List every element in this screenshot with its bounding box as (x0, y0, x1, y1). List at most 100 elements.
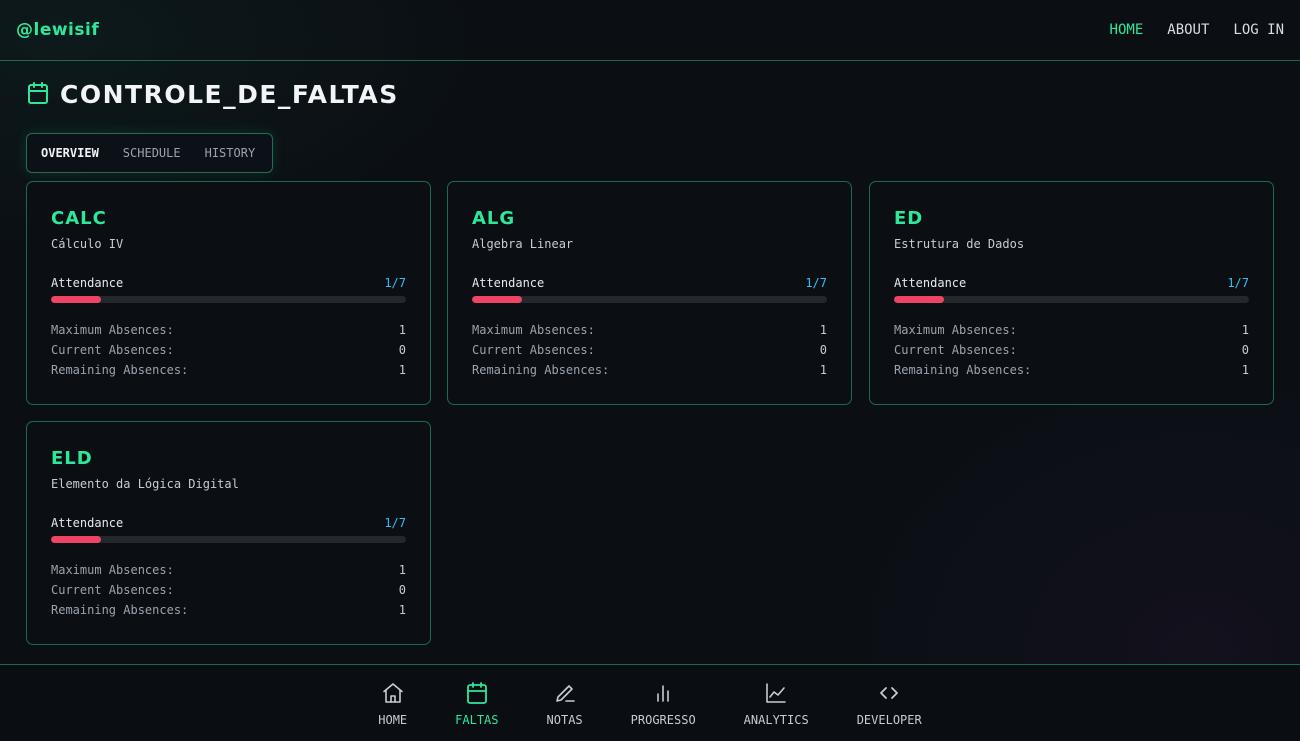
attendance-progress-fill (472, 296, 522, 303)
attendance-label: Attendance (51, 276, 124, 290)
stat-value: 1 (819, 323, 827, 337)
absence-stats: Maximum Absences: 1 Current Absences: 0 Re… (51, 320, 406, 380)
subject-code: ELD (51, 448, 93, 469)
stat-value: 0 (398, 343, 406, 357)
stat-value: 1 (398, 603, 406, 617)
subject-code: ALG (472, 208, 516, 229)
stat-value: 1 (1241, 323, 1249, 337)
stat-max-absences: Maximum Absences: 1 (472, 320, 827, 340)
attendance-progress-bar (51, 536, 406, 543)
bottom-nav-label: FALTAS (455, 713, 499, 727)
stat-current-absences: Current Absences: 0 (472, 340, 827, 360)
tab-history[interactable]: HISTORY (205, 146, 256, 160)
attendance-progress-fill (894, 296, 944, 303)
attendance-row: Attendance 1/7 (472, 276, 827, 290)
stat-remaining-absences: Remaining Absences: 1 (51, 600, 406, 620)
stat-label: Remaining Absences: (894, 363, 1032, 377)
tab-overview[interactable]: OVERVIEW (41, 146, 99, 160)
subject-name: Algebra Linear (472, 237, 574, 251)
subject-card[interactable]: ELD Elemento da Lógica Digital Attendanc… (26, 421, 431, 645)
attendance-label: Attendance (894, 276, 967, 290)
pencil-icon (553, 681, 577, 713)
stat-remaining-absences: Remaining Absences: 1 (472, 360, 827, 380)
subject-name: Cálculo IV (51, 237, 124, 251)
stat-label: Current Absences: (51, 343, 174, 357)
bottom-nav-label: ANALYTICS (743, 713, 809, 727)
stat-max-absences: Maximum Absences: 1 (51, 320, 406, 340)
absence-stats: Maximum Absences: 1 Current Absences: 0 Re… (472, 320, 827, 380)
attendance-value: 1/7 (1227, 276, 1249, 290)
page-title: CONTROLE_DE_FALTAS (60, 80, 399, 109)
attendance-row: Attendance 1/7 (894, 276, 1249, 290)
stat-max-absences: Maximum Absences: 1 (894, 320, 1249, 340)
subject-card[interactable]: CALC Cálculo IV Attendance 1/7 Maximum A… (26, 181, 431, 405)
bottom-nav-label: PROGRESSO (630, 713, 696, 727)
top-nav-links: HOME ABOUT LOG IN (1110, 22, 1284, 38)
subject-name: Estrutura de Dados (894, 237, 1025, 251)
attendance-row: Attendance 1/7 (51, 276, 406, 290)
attendance-label: Attendance (472, 276, 545, 290)
nav-home-link[interactable]: HOME (1110, 22, 1144, 38)
bottom-nav-home[interactable]: HOME (378, 665, 407, 727)
attendance-value: 1/7 (384, 276, 406, 290)
line-chart-icon (764, 681, 788, 713)
stat-value: 1 (398, 323, 406, 337)
brand-logo[interactable]: @lewisif (16, 20, 99, 40)
stat-label: Current Absences: (472, 343, 595, 357)
stat-remaining-absences: Remaining Absences: 1 (894, 360, 1249, 380)
subject-name: Elemento da Lógica Digital (51, 477, 239, 491)
stat-value: 1 (398, 363, 406, 377)
bottom-nav-label: DEVELOPER (856, 713, 922, 727)
top-navbar: @lewisif HOME ABOUT LOG IN (0, 0, 1300, 61)
bottom-nav-notas[interactable]: NOTAS (547, 665, 583, 727)
bottom-nav-faltas[interactable]: FALTAS (455, 665, 499, 727)
bottom-nav-label: NOTAS (546, 713, 583, 727)
subject-code: CALC (51, 208, 107, 229)
stat-label: Maximum Absences: (51, 323, 174, 337)
stat-label: Maximum Absences: (472, 323, 595, 337)
stat-max-absences: Maximum Absences: 1 (51, 560, 406, 580)
attendance-progress-fill (51, 296, 101, 303)
stat-label: Remaining Absences: (51, 603, 189, 617)
attendance-progress-bar (894, 296, 1249, 303)
stat-value: 0 (1241, 343, 1249, 357)
attendance-value: 1/7 (384, 516, 406, 530)
stat-current-absences: Current Absences: 0 (51, 580, 406, 600)
stat-current-absences: Current Absences: 0 (894, 340, 1249, 360)
bottom-nav-progresso[interactable]: PROGRESSO (631, 665, 696, 727)
stat-label: Remaining Absences: (51, 363, 189, 377)
attendance-value: 1/7 (805, 276, 827, 290)
stat-value: 0 (398, 583, 406, 597)
stat-label: Maximum Absences: (894, 323, 1017, 337)
bottom-nav-analytics[interactable]: ANALYTICS (744, 665, 809, 727)
stat-label: Current Absences: (51, 583, 174, 597)
calendar-icon (465, 681, 489, 713)
stat-value: 1 (1241, 363, 1249, 377)
stat-value: 1 (819, 363, 827, 377)
subject-card[interactable]: ED Estrutura de Dados Attendance 1/7 Max… (869, 181, 1274, 405)
bottom-nav-developer[interactable]: DEVELOPER (857, 665, 922, 727)
page-header: CONTROLE_DE_FALTAS (26, 80, 399, 109)
home-icon (381, 681, 405, 713)
attendance-label: Attendance (51, 516, 124, 530)
view-tabs: OVERVIEW SCHEDULE HISTORY (26, 133, 273, 173)
nav-about-link[interactable]: ABOUT (1167, 22, 1209, 38)
calendar-icon (26, 81, 50, 109)
stat-label: Maximum Absences: (51, 563, 174, 577)
attendance-progress-bar (472, 296, 827, 303)
nav-login-link[interactable]: LOG IN (1233, 22, 1284, 38)
bar-chart-icon (651, 681, 675, 713)
absence-stats: Maximum Absences: 1 Current Absences: 0 Re… (51, 560, 406, 620)
stat-label: Current Absences: (894, 343, 1017, 357)
stat-label: Remaining Absences: (472, 363, 610, 377)
bottom-navbar: HOME FALTAS NOTAS PROGRESSO ANALYTICS DE… (0, 664, 1300, 741)
stat-value: 0 (819, 343, 827, 357)
bottom-nav-label: HOME (378, 713, 408, 727)
tab-schedule[interactable]: SCHEDULE (123, 146, 181, 160)
attendance-progress-bar (51, 296, 406, 303)
attendance-progress-fill (51, 536, 101, 543)
stat-current-absences: Current Absences: 0 (51, 340, 406, 360)
subject-card[interactable]: ALG Algebra Linear Attendance 1/7 Maximu… (447, 181, 852, 405)
attendance-row: Attendance 1/7 (51, 516, 406, 530)
code-icon (877, 681, 901, 713)
